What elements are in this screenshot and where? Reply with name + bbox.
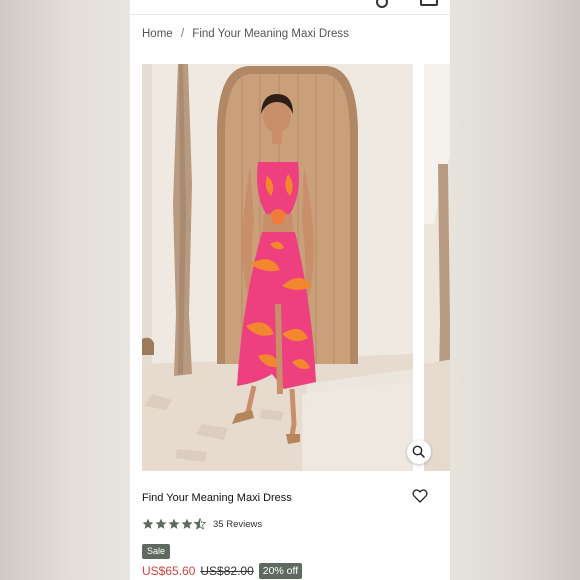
search-icon[interactable] — [376, 0, 388, 8]
sale-price: US$65.60 — [142, 564, 196, 578]
wishlist-button[interactable] — [412, 488, 428, 504]
star-icon — [142, 518, 154, 529]
price-row: US$65.60 US$82.00 20% off — [142, 563, 303, 579]
sale-badge: Sale — [142, 544, 171, 559]
star-icon — [168, 518, 180, 529]
product-photo-next[interactable] — [424, 64, 450, 471]
product-title: Find Your Meaning Maxi Dress — [142, 492, 292, 504]
star-icons — [142, 518, 206, 530]
breadcrumb-home-link[interactable]: Home — [142, 28, 173, 40]
breadcrumb-separator: / — [180, 28, 185, 40]
half-star-icon — [194, 518, 206, 530]
star-icon — [181, 518, 193, 529]
cart-icon[interactable] — [420, 0, 438, 6]
breadcrumb-current: Find Your Meaning Maxi Dress — [192, 28, 349, 40]
review-count-link[interactable]: 35 Reviews — [213, 519, 262, 530]
magnifier-icon — [412, 445, 425, 458]
discount-badge: 20% off — [258, 563, 303, 579]
zoom-button[interactable] — [407, 440, 431, 464]
image-gallery[interactable] — [142, 64, 450, 471]
header-bar — [130, 0, 450, 15]
heart-icon — [412, 489, 428, 503]
product-page: Home / Find Your Meaning Maxi Dress Find… — [130, 0, 450, 580]
product-rating[interactable]: 35 Reviews — [142, 517, 262, 531]
star-icon — [155, 518, 167, 529]
product-photo[interactable] — [142, 64, 413, 471]
star-rating — [142, 518, 206, 530]
original-price: US$82.00 — [200, 564, 254, 578]
breadcrumb: Home / Find Your Meaning Maxi Dress — [142, 28, 349, 40]
